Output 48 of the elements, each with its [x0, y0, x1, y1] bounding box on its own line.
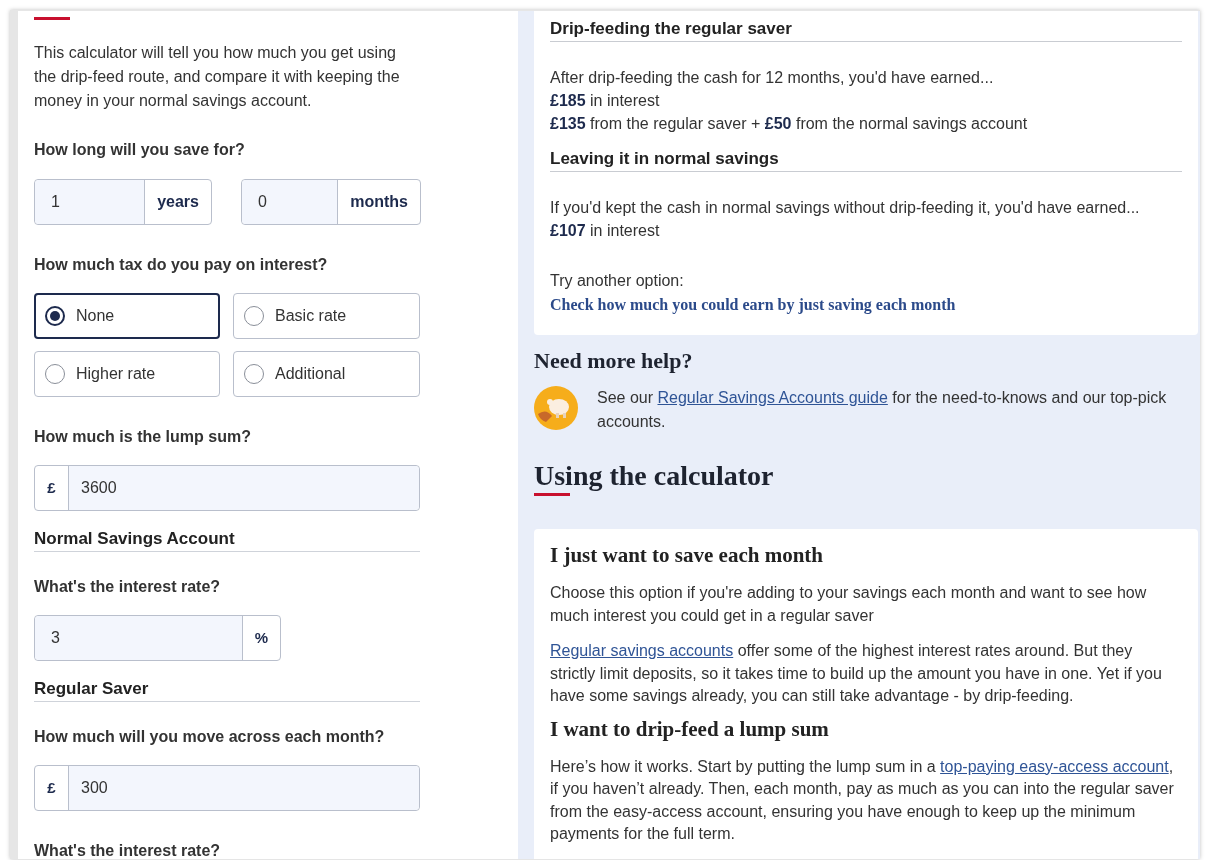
rate-field[interactable]: 3 %: [34, 615, 281, 661]
radio-option[interactable]: None: [34, 293, 220, 339]
question-label: How long will you save for?: [34, 140, 245, 160]
result-text: After drip-feeding the cash for 12 months, you'd have earned...: [550, 68, 995, 88]
radio-option[interactable]: Basic rate: [233, 293, 420, 339]
radio-option[interactable]: Higher rate: [34, 351, 220, 397]
question-label: How much is the lump sum?: [34, 427, 251, 447]
piggy-bank-icon: [534, 386, 578, 430]
radio-icon: [45, 306, 65, 326]
result-text: £135 from the regular saver + £50 from the normal savings account: [550, 114, 1029, 134]
section-heading: Regular Saver: [34, 677, 420, 702]
radio-icon: [244, 364, 264, 384]
question-label: How much will you move across each month?: [34, 727, 385, 747]
percent-label: %: [242, 616, 280, 660]
unit-label: months: [337, 180, 420, 224]
result-heading: Drip-feeding the regular saver: [550, 17, 1182, 42]
accent-bar: [34, 17, 70, 20]
question-label: What's the interest rate?: [34, 841, 221, 859]
result-text: £185 in interest: [550, 91, 661, 111]
number-field[interactable]: 0 months: [241, 179, 421, 225]
question-label: What's the interest rate?: [34, 577, 221, 597]
accent-bar: [534, 493, 570, 496]
amount-field[interactable]: £ 300: [34, 765, 420, 811]
info-heading: I just want to save each month: [550, 542, 824, 569]
help-title: Need more help?: [534, 347, 694, 375]
info-heading: I want to drip-feed a lump sum: [550, 715, 830, 743]
result-text: £107 in interest: [550, 221, 661, 241]
radio-icon: [45, 364, 65, 384]
try-label: Try another option:: [550, 271, 685, 291]
text-link[interactable]: Regular savings accounts: [550, 642, 734, 659]
result-text: If you'd kept the cash in normal savings without drip-feeding it, you'd have earned...: [550, 198, 1141, 218]
result-heading: Leaving it in normal savings: [550, 147, 1182, 172]
section-title: Using the calculator: [534, 460, 775, 492]
section-heading: Normal Savings Account: [34, 527, 420, 552]
info-text: Regular savings accounts offer some of the highest interest rates around. But they strictly limit deposits, so it takes time to build up the amount you have in one. Yet if you have some savings already, you can still take advantage - by drip-feeding.: [550, 641, 1163, 706]
help-text: See our Regular Savings Accounts guide for the need-to-knows and our top-pick accounts.: [597, 388, 1168, 432]
unit-label: years: [144, 180, 211, 224]
radio-icon: [244, 306, 264, 326]
option-link[interactable]: Check how much you could earn by just saving each month: [550, 293, 1182, 317]
number-field[interactable]: 1 years: [34, 179, 212, 225]
info-text: Choose this option if you're adding to your savings each month and want to see how much interest you could get in a regular saver: [550, 583, 1148, 626]
question-label: How much tax do you pay on interest?: [34, 255, 328, 275]
radio-option[interactable]: Additional: [233, 351, 420, 397]
amount-field[interactable]: £ 3600: [34, 465, 420, 511]
intro-text: This calculator will tell you how much you get using the drip-feed route, and compare it with keeping the money in your normal savings account.: [34, 43, 401, 111]
text-link[interactable]: Regular Savings Accounts guide: [657, 389, 888, 406]
info-text: Here’s how it works. Start by putting the lump sum in a top-paying easy-access account, if you haven’t already. Then, each month, pay as much as you can into the regular saver from the easy-access account, ensuring you have enough to keep up the minimum payments for the full term.: [550, 756, 1175, 844]
text-link[interactable]: top-paying easy-access account: [940, 757, 1169, 775]
